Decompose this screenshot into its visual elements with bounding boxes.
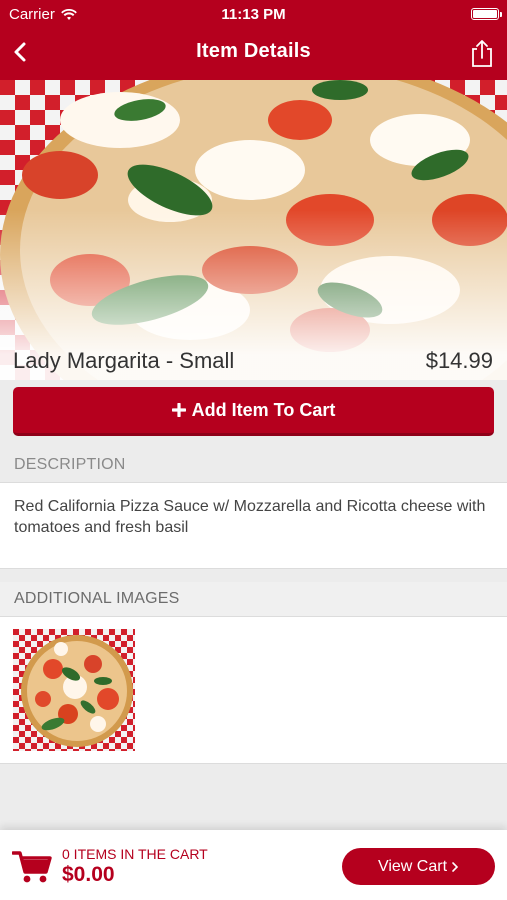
additional-image-thumbnail[interactable] <box>13 629 135 751</box>
page-title: Item Details <box>196 40 311 62</box>
add-to-cart-button[interactable]: Add Item To Cart <box>13 387 494 436</box>
additional-images-heading: ADDITIONAL IMAGES <box>0 582 507 616</box>
cart-footer: 0 ITEMS IN THE CART $0.00 View Cart <box>0 830 507 900</box>
additional-images-panel <box>0 616 507 764</box>
status-time: 11:13 PM <box>221 6 286 23</box>
status-bar: Carrier 11:13 PM <box>0 0 507 28</box>
battery-icon <box>471 8 502 20</box>
add-to-cart-label: Add Item To Cart <box>191 399 336 420</box>
view-cart-label: View Cart <box>377 857 448 875</box>
app-header: Carrier 11:13 PM Item Details <box>0 0 507 80</box>
description-text: Red California Pizza Sauce w/ Mozzarella… <box>0 482 507 569</box>
item-hero-image <box>0 80 507 380</box>
chevron-right-icon <box>452 861 459 872</box>
description-heading: DESCRIPTION <box>0 448 507 482</box>
cart-total: $0.00 <box>62 863 115 886</box>
shopping-cart-icon[interactable] <box>12 850 52 884</box>
view-cart-button[interactable]: View Cart <box>342 848 495 885</box>
item-name: Lady Margarita - Small <box>13 348 235 373</box>
share-icon[interactable] <box>469 38 495 68</box>
item-price: $14.99 <box>425 348 493 373</box>
cart-item-count: 0 ITEMS IN THE CART <box>62 846 208 862</box>
plus-icon <box>171 403 186 417</box>
